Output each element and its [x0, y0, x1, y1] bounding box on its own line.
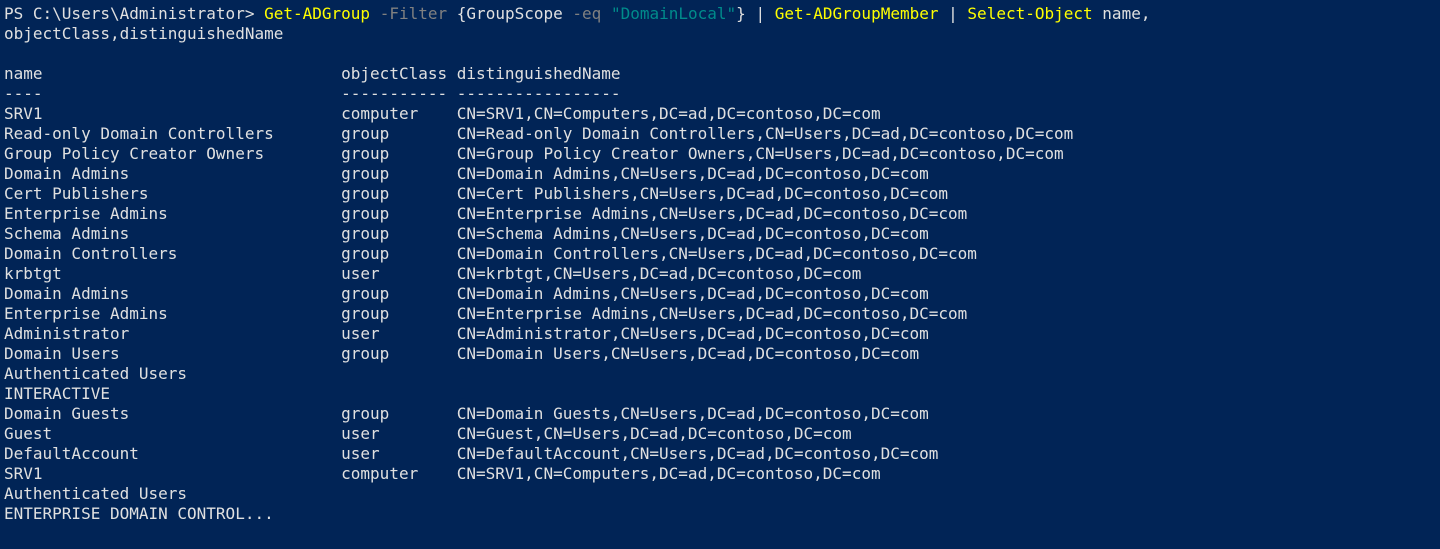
table-row: Read-only Domain Controllers group CN=Re… [4, 124, 1073, 143]
table-row: Cert Publishers group CN=Cert Publishers… [4, 184, 948, 203]
table-row: Domain Admins group CN=Domain Admins,CN=… [4, 164, 929, 183]
table-row: Enterprise Admins group CN=Enterprise Ad… [4, 204, 967, 223]
table-row: SRV1 computer CN=SRV1,CN=Computers,DC=ad… [4, 464, 881, 483]
table-row: Administrator user CN=Administrator,CN=U… [4, 324, 929, 343]
header-row: name objectClass distinguishedName [4, 64, 621, 83]
divider-row: ---- ----------- ----------------- [4, 84, 621, 103]
table-row: Guest user CN=Guest,CN=Users,DC=ad,DC=co… [4, 424, 852, 443]
terminal-output[interactable]: PS C:\Users\Administrator> Get-ADGroup -… [4, 4, 1150, 523]
prompt: PS C:\Users\Administrator> [4, 4, 254, 23]
table-row: Domain Users group CN=Domain Users,CN=Us… [4, 344, 919, 363]
table-row: Domain Controllers group CN=Domain Contr… [4, 244, 977, 263]
table-row: krbtgt user CN=krbtgt,CN=Users,DC=ad,DC=… [4, 264, 861, 283]
table-row: Schema Admins group CN=Schema Admins,CN=… [4, 224, 929, 243]
table-row: INTERACTIVE [4, 384, 110, 403]
cmdlet-1: Get-ADGroup [264, 4, 370, 23]
param-filter: -Filter [380, 4, 447, 23]
table-row: DefaultAccount user CN=DefaultAccount,CN… [4, 444, 938, 463]
table-row: Group Policy Creator Owners group CN=Gro… [4, 144, 1064, 163]
table-row: Enterprise Admins group CN=Enterprise Ad… [4, 304, 967, 323]
table-row: ENTERPRISE DOMAIN CONTROL... [4, 504, 274, 523]
cmdlet-3: Select-Object [967, 4, 1092, 23]
table-row: Domain Admins group CN=Domain Admins,CN=… [4, 284, 929, 303]
cmdlet-2: Get-ADGroupMember [775, 4, 939, 23]
table-row: SRV1 computer CN=SRV1,CN=Computers,DC=ad… [4, 104, 881, 123]
table-row: Authenticated Users [4, 364, 187, 383]
table-row: Domain Guests group CN=Domain Guests,CN=… [4, 404, 929, 423]
table-row: Authenticated Users [4, 484, 187, 503]
